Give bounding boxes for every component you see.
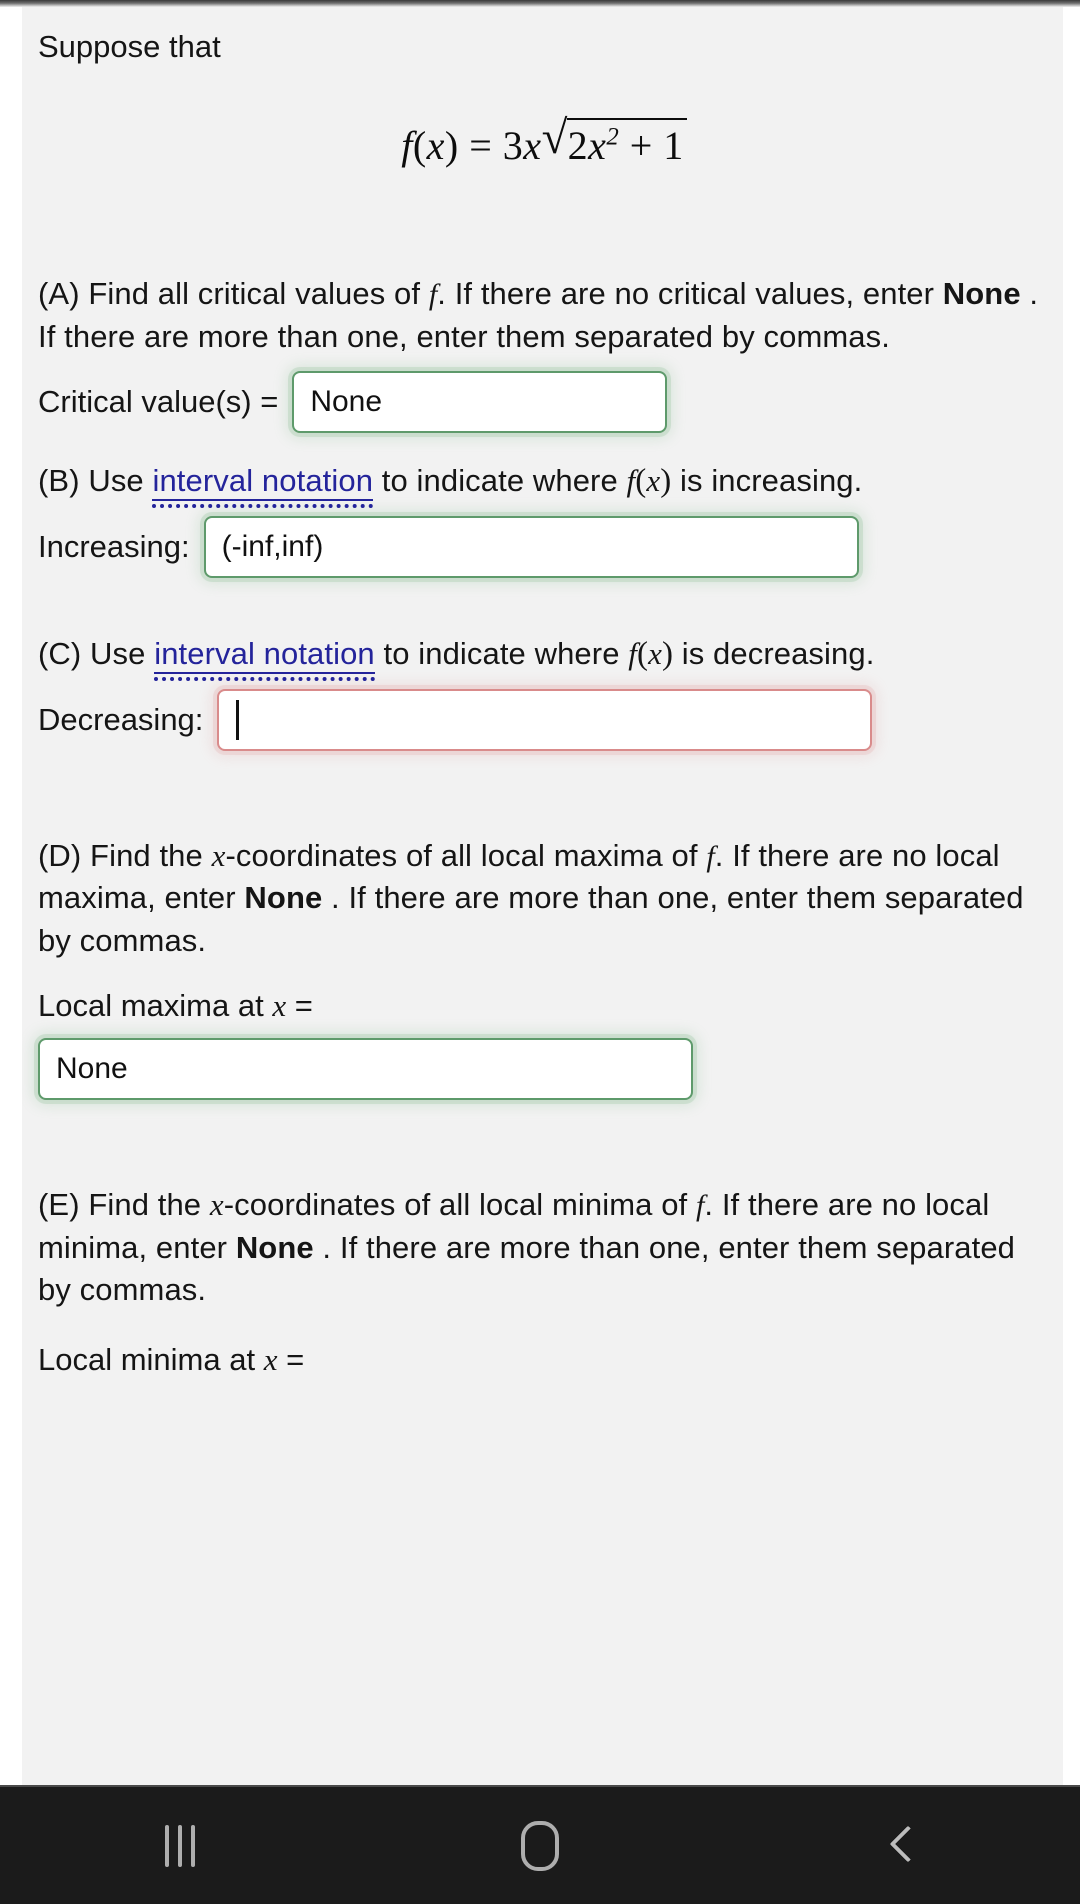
- part-a-var-f: f: [428, 278, 438, 311]
- part-b-text-2: to indicate where: [373, 462, 627, 498]
- radical-overbar: [566, 118, 687, 120]
- part-a-marker: (A): [38, 276, 80, 311]
- eq-f: f: [401, 123, 413, 168]
- increasing-input[interactable]: (-inf,inf): [203, 515, 859, 578]
- radicand-const: 1: [663, 123, 684, 168]
- local-maxima-label-var: x: [272, 988, 287, 1024]
- local-minima-label-var: x: [263, 1341, 278, 1372]
- part-d-text-1: Find the: [81, 837, 212, 873]
- eq-coefficient: 3: [502, 123, 524, 168]
- spacer-d-e: [22, 1100, 1063, 1184]
- increasing-label: Increasing:: [38, 528, 190, 564]
- eq-lparen: (: [412, 123, 427, 168]
- part-b-fx: f(x): [626, 462, 672, 499]
- home-icon: [521, 1820, 559, 1871]
- part-b-marker: (B): [38, 462, 80, 498]
- part-d-field-row: None: [22, 1038, 1063, 1101]
- critical-values-value: None: [310, 384, 383, 418]
- spacer-c-d: [22, 751, 1063, 835]
- local-minima-label-prefix: Local minima at: [38, 1341, 264, 1372]
- eq-x: x: [426, 123, 445, 168]
- part-c-prompt: (C) Use interval notation to indicate wh…: [22, 632, 1063, 677]
- recents-icon: [165, 1824, 195, 1867]
- part-a-field-row: Critical value(s) = None: [22, 370, 1063, 433]
- part-c-field-row: Decreasing:: [22, 688, 1063, 751]
- part-c-text-2: to indicate where: [374, 635, 629, 671]
- part-c-text-1: Use: [81, 635, 155, 671]
- part-a-text-1: Find all critical values of: [79, 276, 429, 311]
- critical-values-input[interactable]: None: [292, 370, 668, 433]
- radicand-coef: 2: [567, 123, 589, 168]
- part-d-marker: (D): [38, 837, 82, 873]
- part-e-var-x: x: [209, 1187, 224, 1223]
- decreasing-label: Decreasing:: [38, 701, 204, 737]
- local-maxima-label-suffix: =: [286, 988, 313, 1024]
- local-maxima-label-prefix: Local maxima at: [38, 988, 273, 1024]
- local-maxima-label: Local maxima at x =: [22, 988, 1063, 1024]
- part-e-text-2: -coordinates of all local minima of: [223, 1187, 696, 1223]
- critical-values-label: Critical value(s) =: [38, 383, 279, 419]
- part-a-text-2: . If there are no critical values, enter: [437, 276, 943, 311]
- android-nav-bar: [0, 1785, 1080, 1904]
- eq-coef-var: x: [523, 123, 542, 168]
- radicand-exponent: 2: [606, 123, 620, 151]
- status-bar-edge: [0, 0, 1080, 7]
- eq-radical: √ 2x2 + 1: [541, 112, 687, 169]
- part-e-text-1: Find the: [79, 1187, 210, 1223]
- part-c-fx: f(x): [628, 635, 674, 672]
- part-d-prompt: (D) Find the x-coordinates of all local …: [22, 835, 1063, 962]
- part-d-var-f: f: [706, 839, 715, 873]
- part-e-prompt: (E) Find the x-coordinates of all local …: [22, 1184, 1063, 1311]
- spacer-a-b: [22, 433, 1063, 459]
- increasing-value: (-inf,inf): [221, 529, 324, 563]
- part-b-text-3: is increasing.: [671, 462, 863, 498]
- part-c-text-3: is decreasing.: [673, 635, 875, 671]
- home-button[interactable]: [360, 1786, 720, 1904]
- part-e-bold-none: None: [235, 1229, 314, 1265]
- local-maxima-input[interactable]: None: [38, 1038, 693, 1101]
- radicand-var: x: [588, 123, 607, 168]
- problem-document: Suppose that f(x) = 3x √ 2x2 + 1 (A) Find …: [22, 7, 1063, 1432]
- back-button[interactable]: [720, 1786, 1080, 1904]
- decreasing-input[interactable]: [217, 688, 873, 751]
- spacer-bottom: [22, 1372, 1063, 1432]
- part-b-text-1: Use: [79, 462, 153, 498]
- part-c-marker: (C): [38, 635, 82, 671]
- part-a-prompt: (A) Find all critical values of f. If th…: [22, 273, 1063, 359]
- local-minima-label: Local minima at x =: [22, 1342, 1063, 1372]
- part-b-field-row: Increasing: (-inf,inf): [22, 515, 1063, 578]
- local-minima-label-suffix: =: [277, 1341, 305, 1372]
- eq-equals: =: [469, 123, 493, 168]
- part-e-marker: (E): [38, 1187, 80, 1223]
- eq-rparen: ): [444, 123, 459, 168]
- part-a-bold-none: None: [942, 276, 1021, 311]
- display-equation: f(x) = 3x √ 2x2 + 1: [22, 112, 1063, 169]
- interval-notation-link-b[interactable]: interval notation: [152, 462, 374, 501]
- part-d-bold-none: None: [244, 880, 323, 916]
- part-b-prompt: (B) Use interval notation to indicate wh…: [22, 459, 1063, 504]
- web-content-card[interactable]: Suppose that f(x) = 3x √ 2x2 + 1 (A) Find …: [22, 7, 1063, 1785]
- part-d-text-2: -coordinates of all local maxima of: [225, 837, 707, 873]
- back-chevron-icon: [887, 1823, 913, 1869]
- problem-lead: Suppose that: [38, 29, 221, 64]
- phone-screen: Suppose that f(x) = 3x √ 2x2 + 1 (A) Find …: [0, 0, 1080, 1904]
- local-maxima-value: None: [56, 1052, 128, 1086]
- interval-notation-link-c[interactable]: interval notation: [154, 635, 375, 674]
- spacer-b-c: [22, 578, 1063, 632]
- radical-sign: √: [541, 112, 568, 164]
- text-cursor: [236, 699, 240, 740]
- recents-button[interactable]: [0, 1786, 360, 1904]
- radicand-plus: +: [629, 123, 653, 168]
- part-d-var-x: x: [211, 837, 226, 873]
